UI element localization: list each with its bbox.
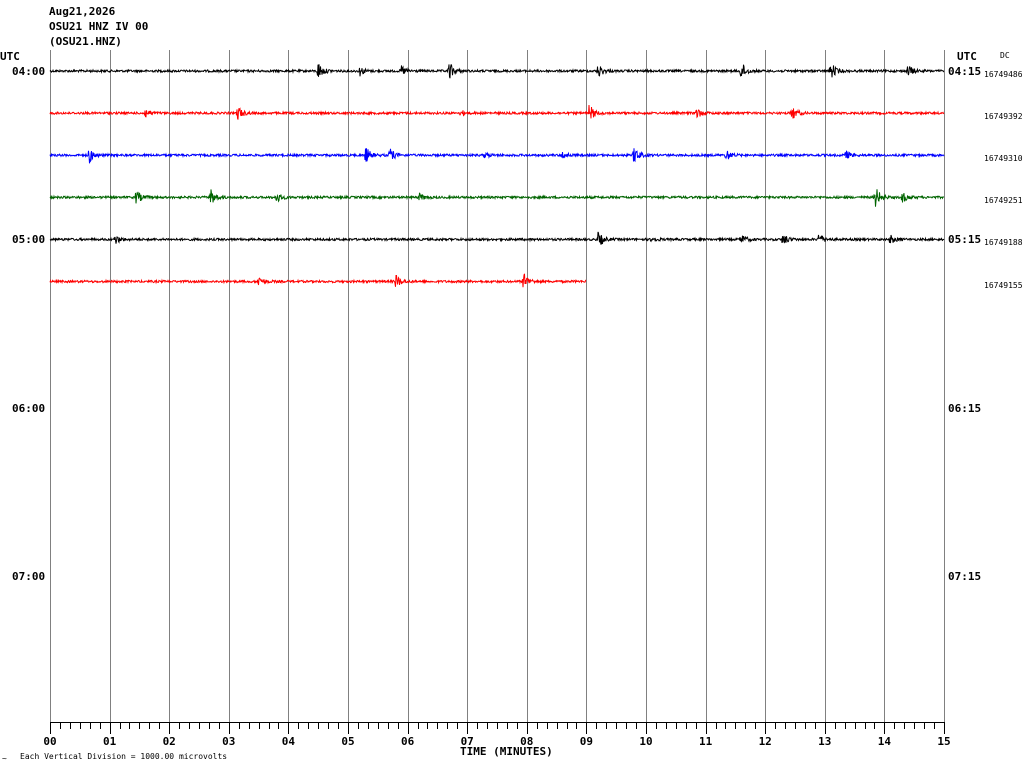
trace-line xyxy=(49,231,945,245)
x-tick-label: 05 xyxy=(341,735,354,748)
x-tick-label: 13 xyxy=(818,735,831,748)
x-axis-title: TIME (MINUTES) xyxy=(460,745,553,758)
corner-mark: ~ xyxy=(2,754,7,763)
seismic-traces xyxy=(49,64,945,288)
scale-note: Each Vertical Division = 1000.00 microvo… xyxy=(20,752,228,761)
x-tick-label: 00 xyxy=(43,735,56,748)
x-tick-label: 14 xyxy=(878,735,892,748)
x-tick-label: 15 xyxy=(937,735,950,748)
seismogram-chart: 00 01 02 03 04 05 06 07 08 09 10 11 12 13 14 15 xyxy=(43,50,951,748)
x-tick-label: 10 xyxy=(639,735,652,748)
trace-line xyxy=(49,104,945,120)
x-tick-label: 06 xyxy=(401,735,415,748)
x-tick-label: 02 xyxy=(163,735,176,748)
x-tick-label: 04 xyxy=(282,735,296,748)
chart-grid xyxy=(50,50,945,723)
trace-line xyxy=(49,64,945,79)
x-tick-label: 09 xyxy=(580,735,593,748)
trace-line xyxy=(49,189,945,207)
x-tick-label: 12 xyxy=(759,735,772,748)
x-tick-label: 11 xyxy=(699,735,713,748)
x-tick-label: 03 xyxy=(222,735,235,748)
trace-line xyxy=(49,273,587,288)
x-tick-label: 01 xyxy=(103,735,117,748)
trace-line xyxy=(49,148,945,164)
